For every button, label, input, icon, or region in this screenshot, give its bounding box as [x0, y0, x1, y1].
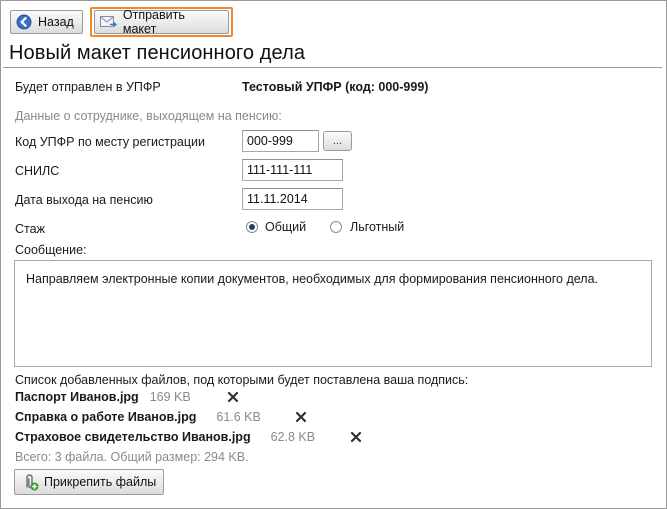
- file-name: Паспорт Иванов.jpg: [15, 390, 139, 404]
- attach-files-label: Прикрепить файлы: [44, 475, 157, 489]
- page-title: Новый макет пенсионного дела: [9, 42, 306, 64]
- snils-input[interactable]: [242, 159, 343, 181]
- recipient-label: Будет отправлен в УПФР: [15, 80, 161, 94]
- file-name: Справка о работе Иванов.jpg: [15, 410, 197, 424]
- upfr-code-input[interactable]: [242, 130, 319, 152]
- stazh-label: Стаж: [15, 222, 45, 236]
- message-textarea[interactable]: Направляем электронные копии документов,…: [14, 260, 652, 367]
- file-size: 62.8 KB: [270, 430, 316, 444]
- file-size: 61.6 KB: [216, 410, 261, 424]
- message-label: Сообщение:: [15, 243, 87, 257]
- remove-file-icon[interactable]: [350, 431, 362, 443]
- browse-upfr-button[interactable]: ...: [323, 131, 352, 151]
- file-name: Страховое свидетельство Иванов.jpg: [15, 430, 251, 444]
- send-button-label: Отправить макет: [122, 8, 185, 36]
- retire-date-input[interactable]: [242, 188, 343, 210]
- back-button[interactable]: Назад: [10, 10, 83, 34]
- file-item: Паспорт Иванов.jpg 169 KB: [15, 390, 191, 404]
- arrow-left-icon: [16, 14, 32, 30]
- paperclip-add-icon: [26, 474, 39, 491]
- recipient-value: Тестовый УПФР (код: 000-999): [242, 80, 429, 94]
- upfr-code-label: Код УПФР по месту регистрации: [15, 135, 205, 149]
- stazh-general-radio[interactable]: [246, 221, 258, 233]
- stazh-general-label: Общий: [265, 220, 307, 234]
- send-layout-button[interactable]: Отправить макет: [94, 8, 229, 36]
- retire-date-label: Дата выхода на пенсию: [15, 193, 153, 207]
- back-button-label: Назад: [38, 15, 74, 29]
- employee-section-label: Данные о сотруднике, выходящем на пенсию…: [15, 109, 282, 123]
- file-item: Справка о работе Иванов.jpg 61.6 KB: [15, 410, 261, 424]
- snils-label: СНИЛС: [15, 164, 60, 178]
- file-size: 169 KB: [149, 390, 191, 404]
- file-item: Страховое свидетельство Иванов.jpg 62.8 …: [15, 430, 315, 444]
- files-summary: Всего: 3 файла. Общий размер: 294 KB.: [15, 450, 249, 464]
- send-button-highlight: Отправить макет: [90, 7, 233, 37]
- message-text: Направляем электронные копии документов,…: [26, 272, 599, 286]
- stazh-preferential-label: Льготный: [350, 220, 405, 234]
- remove-file-icon[interactable]: [295, 411, 307, 423]
- envelope-send-icon: [100, 16, 117, 28]
- attach-files-button[interactable]: Прикрепить файлы: [14, 469, 164, 495]
- remove-file-icon[interactable]: [227, 391, 239, 403]
- stazh-preferential-radio[interactable]: [330, 221, 342, 233]
- title-divider: [3, 67, 662, 68]
- files-header: Список добавленных файлов, под которыми …: [15, 373, 469, 387]
